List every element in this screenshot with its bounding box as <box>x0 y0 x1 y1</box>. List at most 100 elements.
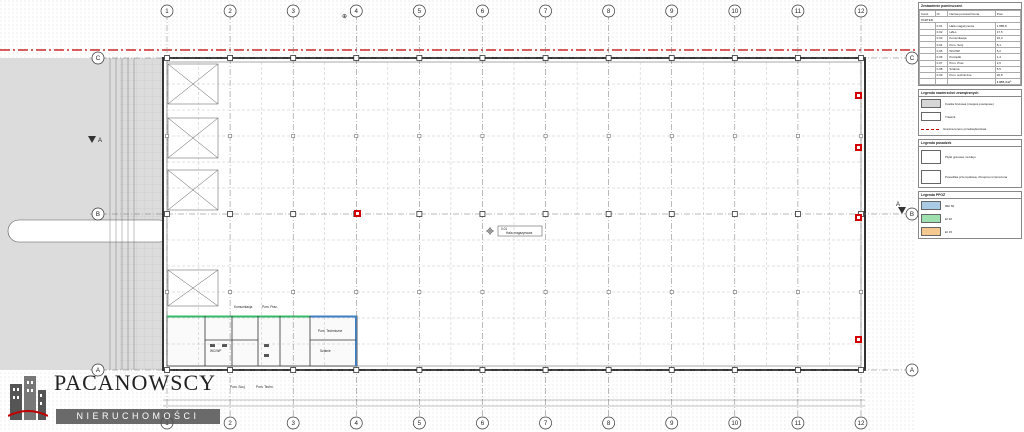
main-hall-tag: 0.01 Hala magazynowa <box>497 225 543 237</box>
grid-bubble-label: 9 <box>670 8 674 15</box>
svg-text:⊕: ⊕ <box>342 14 347 20</box>
total-cell: 1 957,4 m² <box>994 78 1022 86</box>
grid-bubble-label: 12 <box>858 420 865 427</box>
driveway <box>7 219 171 243</box>
structural-column <box>353 367 360 373</box>
grid-bubble-label: 8 <box>607 8 611 15</box>
grid-bubble-label: 5 <box>418 8 422 15</box>
legend-panel: Zestawienie pomieszczeń Kond. Nr Nazwa p… <box>918 2 1022 430</box>
structural-column <box>479 211 486 217</box>
swatch-paving <box>921 99 941 109</box>
grid-bubble-label: 4 <box>355 420 359 427</box>
grid-bubble-row: C <box>91 51 105 65</box>
grid-bubble-label: C <box>910 55 915 62</box>
grid-bubble-label: 9 <box>670 420 674 427</box>
structural-column <box>227 55 233 61</box>
grid-bubble-label: 7 <box>544 420 548 427</box>
structural-column <box>732 290 737 294</box>
structural-column <box>795 367 801 373</box>
structural-column <box>542 211 549 217</box>
grid-bubble-col: 4 <box>349 4 363 18</box>
swatch-ei15 <box>921 227 941 237</box>
grid-bubble-label: 6 <box>481 420 485 427</box>
grid-bubble-col: 9 <box>665 4 679 18</box>
legend-item: REI 60 <box>919 199 1021 212</box>
grid-bubble-col: 7 <box>539 416 552 430</box>
structural-column <box>669 134 674 138</box>
swatch-rei60 <box>921 201 941 211</box>
grid-bubble-label: 12 <box>858 8 865 15</box>
label-office-a: Komunikacja <box>234 305 252 309</box>
structural-column <box>796 134 800 138</box>
structural-column <box>731 55 738 61</box>
grid-bubble-label: 10 <box>731 420 738 427</box>
structural-column <box>732 134 737 138</box>
grid-bubble-col: 5 <box>413 416 426 430</box>
hydrant-icon <box>855 336 862 343</box>
label-office-d: Pom. Techn. <box>256 385 274 389</box>
label-office-f: Pom. Techniczne <box>318 329 342 333</box>
legend-label: EI 30 <box>945 216 953 221</box>
structural-column <box>858 55 864 61</box>
structural-column <box>291 134 296 138</box>
structural-column <box>605 55 612 61</box>
legend-surfaces-title: Legenda nawierzchni zewnętrznych <box>919 90 1021 98</box>
structural-column <box>228 290 232 294</box>
logo-name: PACANOWSCY <box>54 370 217 395</box>
structural-column <box>795 211 801 217</box>
grid-bubble-col: 3 <box>286 416 300 430</box>
label-office-e: WC/WP <box>210 349 221 353</box>
grid-bubble-col: 7 <box>539 4 552 18</box>
grid-bubble-label: 2 <box>228 8 232 15</box>
legend-label: REI 60 <box>945 203 955 208</box>
swatch-industrial <box>921 170 941 185</box>
section-marker-left-label: A <box>98 138 102 144</box>
grid-bubble-col: 9 <box>665 416 679 430</box>
room-schedule-title: Zestawienie pomieszczeń <box>919 3 1021 10</box>
structural-column <box>796 290 800 294</box>
structural-column <box>290 211 297 217</box>
structural-column <box>668 211 675 217</box>
grid-bubble-col: 10 <box>728 4 742 18</box>
legend-floors: Legenda posadzek Płytki gresowe na kleju… <box>918 139 1022 189</box>
grid-bubble-row: B <box>905 207 919 221</box>
grid-bubble-row: C <box>905 51 919 65</box>
building-logo-icon <box>8 376 48 420</box>
structural-column <box>479 55 486 61</box>
hydrant-icon <box>354 210 361 217</box>
structural-column <box>606 134 611 138</box>
structural-column <box>354 290 359 294</box>
section-marker-right-label: A <box>896 202 900 208</box>
legend-label: Granica terenu przedsiębiorstwa <box>943 127 987 132</box>
grid-bubble-col: 6 <box>476 4 489 18</box>
grid-bubble-col: 4 <box>349 416 363 430</box>
grid-bubble-col: 5 <box>413 4 426 18</box>
structural-column <box>165 134 169 138</box>
structural-column <box>290 55 297 61</box>
grid-bubble-col: 11 <box>791 4 805 18</box>
structural-column <box>480 134 485 138</box>
north-marker: ⊕ <box>342 14 347 20</box>
structural-column <box>165 290 169 294</box>
structural-column <box>605 367 612 373</box>
grid-bubble-col: 6 <box>476 416 489 430</box>
structural-column <box>605 211 612 217</box>
grid-bubble-label: 8 <box>607 420 611 427</box>
swatch-ei30 <box>921 214 941 224</box>
structural-column <box>543 134 548 138</box>
grid-bubble-col: 8 <box>602 416 615 430</box>
structural-column <box>480 290 485 294</box>
grid-bubble-label: B <box>96 211 100 218</box>
structural-column <box>227 211 233 217</box>
legend-label: Posadzka przemysłowa, zbrojona rozproszo… <box>945 175 1008 180</box>
structural-column <box>228 134 232 138</box>
legend-fire: Legenda PPOŻ REI 60 EI 30 EI 15 <box>918 191 1022 240</box>
grid-bubble-label: 3 <box>291 8 295 15</box>
floor-plan: Komunikacja Pom. Prac. Pom. Socj. Pom. T… <box>0 0 919 432</box>
structural-column <box>291 290 296 294</box>
grid-bubble-row: A <box>905 363 919 377</box>
grid-bubble-label: 5 <box>418 420 422 427</box>
grid-bubble-label: 2 <box>228 420 232 427</box>
swatch-lawn <box>921 112 941 122</box>
logo-subtitle: NIERUCHOMOŚCI <box>56 409 220 424</box>
